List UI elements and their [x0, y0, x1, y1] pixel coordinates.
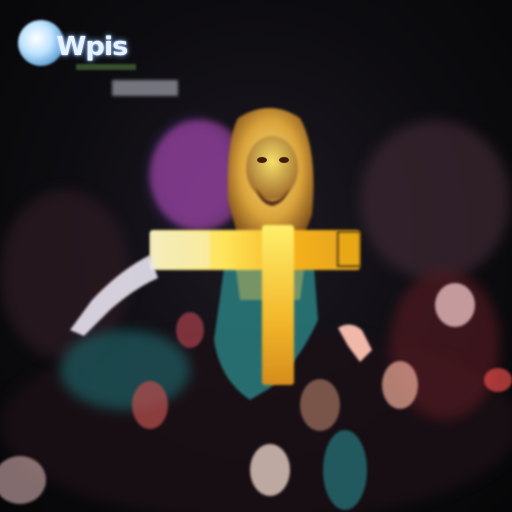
figure-illustration	[0, 108, 512, 510]
face	[246, 136, 298, 200]
crowd-face	[132, 381, 168, 429]
cross-emblem	[337, 231, 361, 267]
photo-scene: Wpis	[0, 0, 512, 512]
right-eye	[279, 157, 289, 163]
crowd-person	[323, 430, 367, 510]
crowd-face	[176, 312, 204, 348]
left-arm	[70, 255, 158, 336]
crowd-face	[382, 361, 418, 409]
crowd-hand	[338, 324, 372, 362]
cross-vertical-beam	[262, 225, 294, 385]
crowd-face	[250, 444, 290, 496]
left-eye	[257, 157, 267, 163]
crowd-hand	[484, 368, 512, 392]
crowd-face	[300, 379, 340, 431]
crowd-face	[435, 283, 475, 327]
crowd-face	[0, 456, 46, 504]
cross-beam-highlight	[150, 232, 210, 268]
